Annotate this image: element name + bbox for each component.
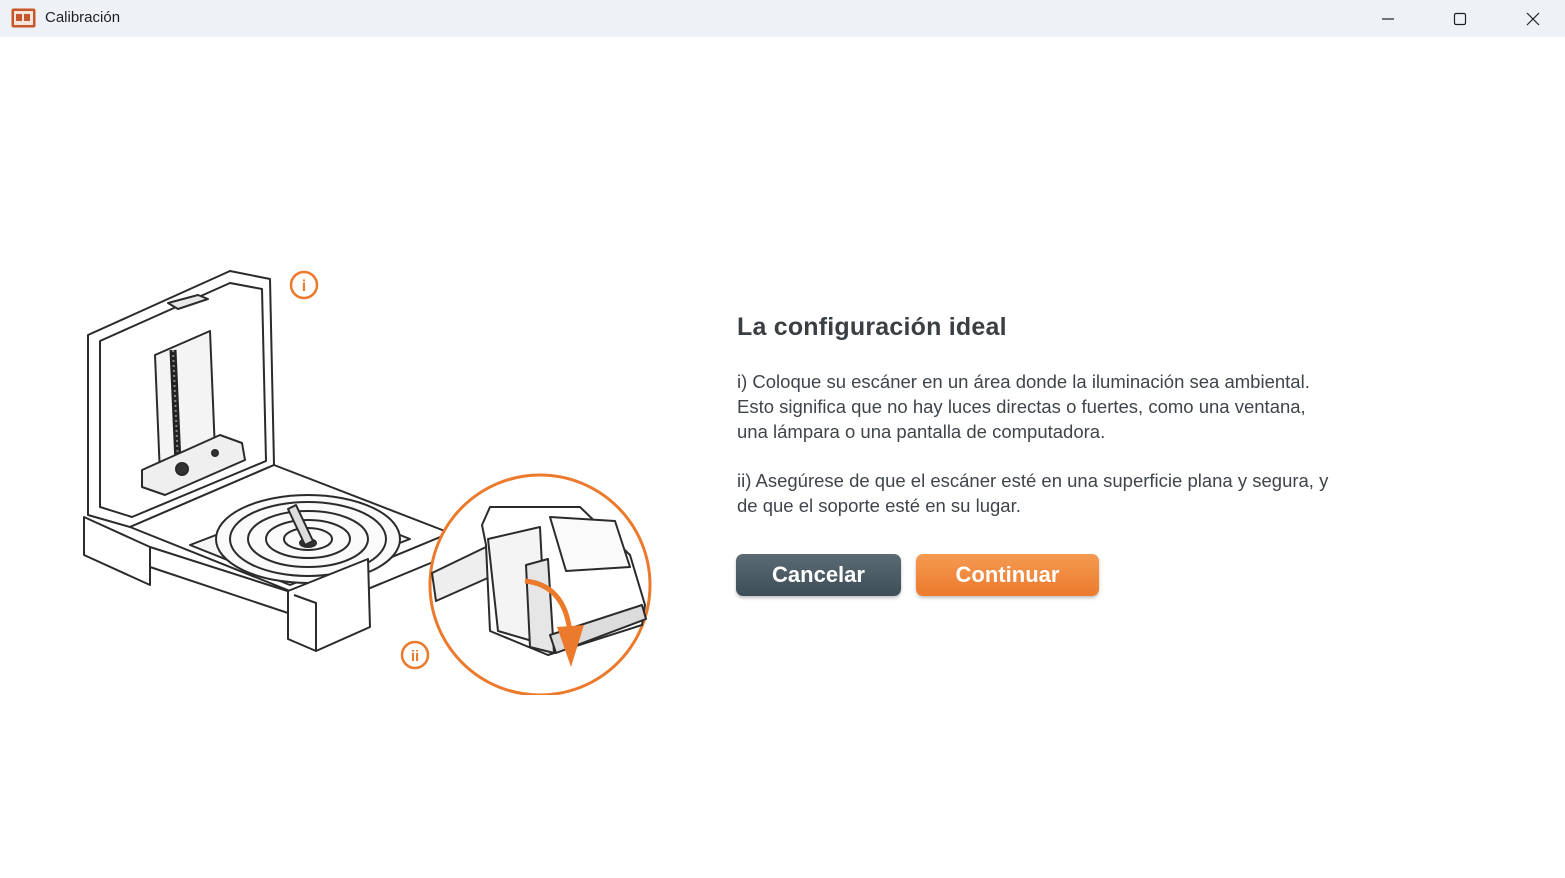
close-icon xyxy=(1526,12,1540,25)
scanner-setup-illustration: i ii xyxy=(70,255,670,697)
para1-line3: una lámpara o una pantalla de computador… xyxy=(737,421,1106,442)
minimize-button[interactable] xyxy=(1353,0,1423,37)
para2-line2: de que el soporte esté en su lugar. xyxy=(737,495,1021,516)
title-bar: Calibración xyxy=(0,0,1565,37)
page-heading: La configuración ideal xyxy=(737,313,1007,341)
instruction-ambient-light: i) Coloque su escáner en un área donde l… xyxy=(737,369,1497,444)
maximize-icon xyxy=(1453,12,1467,25)
instruction-flat-surface: ii) Asegúrese de que el escáner esté en … xyxy=(737,468,1497,518)
marker-i-label: i xyxy=(302,278,306,295)
close-button[interactable] xyxy=(1498,0,1565,37)
scanner-drawing: i ii xyxy=(83,270,652,697)
minimize-icon xyxy=(1382,17,1394,20)
continue-button[interactable]: Continuar xyxy=(916,554,1099,596)
para1-line1: i) Coloque su escáner en un área donde l… xyxy=(737,371,1310,392)
para1-line2: Esto significa que no hay luces directas… xyxy=(737,396,1306,417)
maximize-button[interactable] xyxy=(1425,0,1495,37)
cancel-button[interactable]: Cancelar xyxy=(736,554,901,596)
app-icon xyxy=(11,8,36,28)
marker-ii-label: ii xyxy=(411,648,419,665)
window-title: Calibración xyxy=(45,9,121,26)
para2-line1: ii) Asegúrese de que el escáner esté en … xyxy=(737,470,1329,491)
